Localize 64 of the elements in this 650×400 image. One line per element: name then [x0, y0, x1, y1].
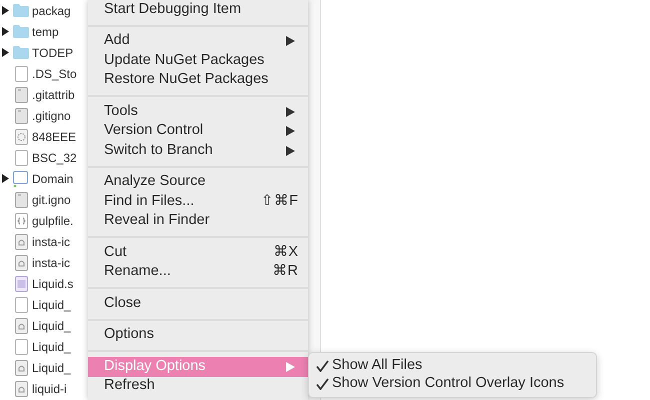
- submenu-arrow-icon: [286, 106, 295, 117]
- menu-item[interactable]: Cut ⌘X: [88, 243, 308, 262]
- file-name[interactable]: 848EEE: [32, 128, 76, 146]
- image-file-icon: [14, 318, 28, 334]
- gear-icon: [14, 128, 28, 144]
- submenu-arrow-icon: [286, 362, 295, 372]
- document-icon: [14, 108, 28, 124]
- file-name[interactable]: Liquid_: [32, 316, 71, 334]
- document-icon: [14, 86, 28, 102]
- document-icon: [14, 192, 28, 208]
- file-name[interactable]: BSC_32: [32, 148, 77, 166]
- menu-item[interactable]: Add: [88, 32, 308, 51]
- disclosure-triangle-icon[interactable]: [2, 6, 8, 15]
- menu-item[interactable]: Start Debugging Item: [88, 0, 308, 20]
- file-name[interactable]: TODEP: [32, 44, 74, 62]
- file-name[interactable]: git.igno: [32, 190, 71, 208]
- file-name[interactable]: Liquid_: [32, 338, 71, 356]
- menu-item[interactable]: Analyze Source: [88, 172, 308, 192]
- disclosure-triangle-icon[interactable]: [2, 174, 8, 183]
- image-file-icon: [14, 254, 28, 270]
- submenu-arrow-icon: [286, 126, 295, 136]
- file-name[interactable]: .gitattrib: [32, 86, 75, 104]
- submenu-arrow-icon: [286, 36, 295, 46]
- file-name[interactable]: insta-ic: [32, 232, 70, 250]
- file-name[interactable]: Liquid_: [32, 296, 71, 314]
- submenu-arrow-icon: [286, 146, 295, 156]
- disclosure-triangle-icon[interactable]: [2, 27, 8, 36]
- file-icon: [14, 338, 28, 354]
- submenu-item[interactable]: Show All Files: [309, 357, 596, 375]
- menu-item[interactable]: Options: [88, 326, 308, 345]
- file-name[interactable]: liquid-i: [32, 380, 67, 398]
- file-name[interactable]: Liquid.s: [32, 274, 74, 292]
- file-name[interactable]: .gitigno: [32, 106, 71, 124]
- project-icon: [13, 170, 29, 186]
- file-name[interactable]: .DS_Sto: [32, 64, 77, 82]
- menu-item[interactable]: Version Control: [88, 122, 308, 141]
- file-icon: [14, 150, 28, 166]
- menu-item[interactable]: Find in Files... ⇧⌘F: [88, 192, 308, 212]
- file-icon: [14, 296, 28, 312]
- menu-item[interactable]: Rename... ⌘R: [88, 262, 308, 282]
- menu-item[interactable]: Tools: [88, 102, 308, 122]
- image-file-icon: [14, 234, 28, 250]
- menu-item[interactable]: Update NuGet Packages: [88, 51, 308, 70]
- menu-item[interactable]: Reveal in Finder: [88, 212, 308, 231]
- disclosure-triangle-icon[interactable]: [2, 48, 8, 57]
- file-name[interactable]: Domain: [32, 170, 74, 188]
- file-name[interactable]: packag: [32, 2, 71, 20]
- menu-item[interactable]: Switch to Branch: [88, 141, 308, 160]
- menu-item[interactable]: Close: [88, 294, 308, 314]
- submenu-item[interactable]: Show Version Control Overlay Icons: [309, 375, 596, 393]
- layout-file-icon: [14, 276, 28, 292]
- file-name[interactable]: temp: [32, 22, 59, 40]
- image-file-icon: [14, 380, 28, 396]
- folder-icon: [13, 46, 29, 59]
- code-file-icon: [14, 212, 28, 228]
- menu-item[interactable]: Restore NuGet Packages: [88, 70, 308, 90]
- folder-icon: [13, 25, 29, 38]
- menu-item[interactable]: Refresh: [88, 376, 308, 396]
- file-name[interactable]: Liquid_: [32, 358, 71, 376]
- file-name[interactable]: gulpfile.: [32, 212, 74, 230]
- folder-icon: [13, 4, 29, 17]
- image-file-icon: [14, 360, 28, 376]
- file-icon: [14, 66, 28, 82]
- file-name[interactable]: insta-ic: [32, 254, 70, 272]
